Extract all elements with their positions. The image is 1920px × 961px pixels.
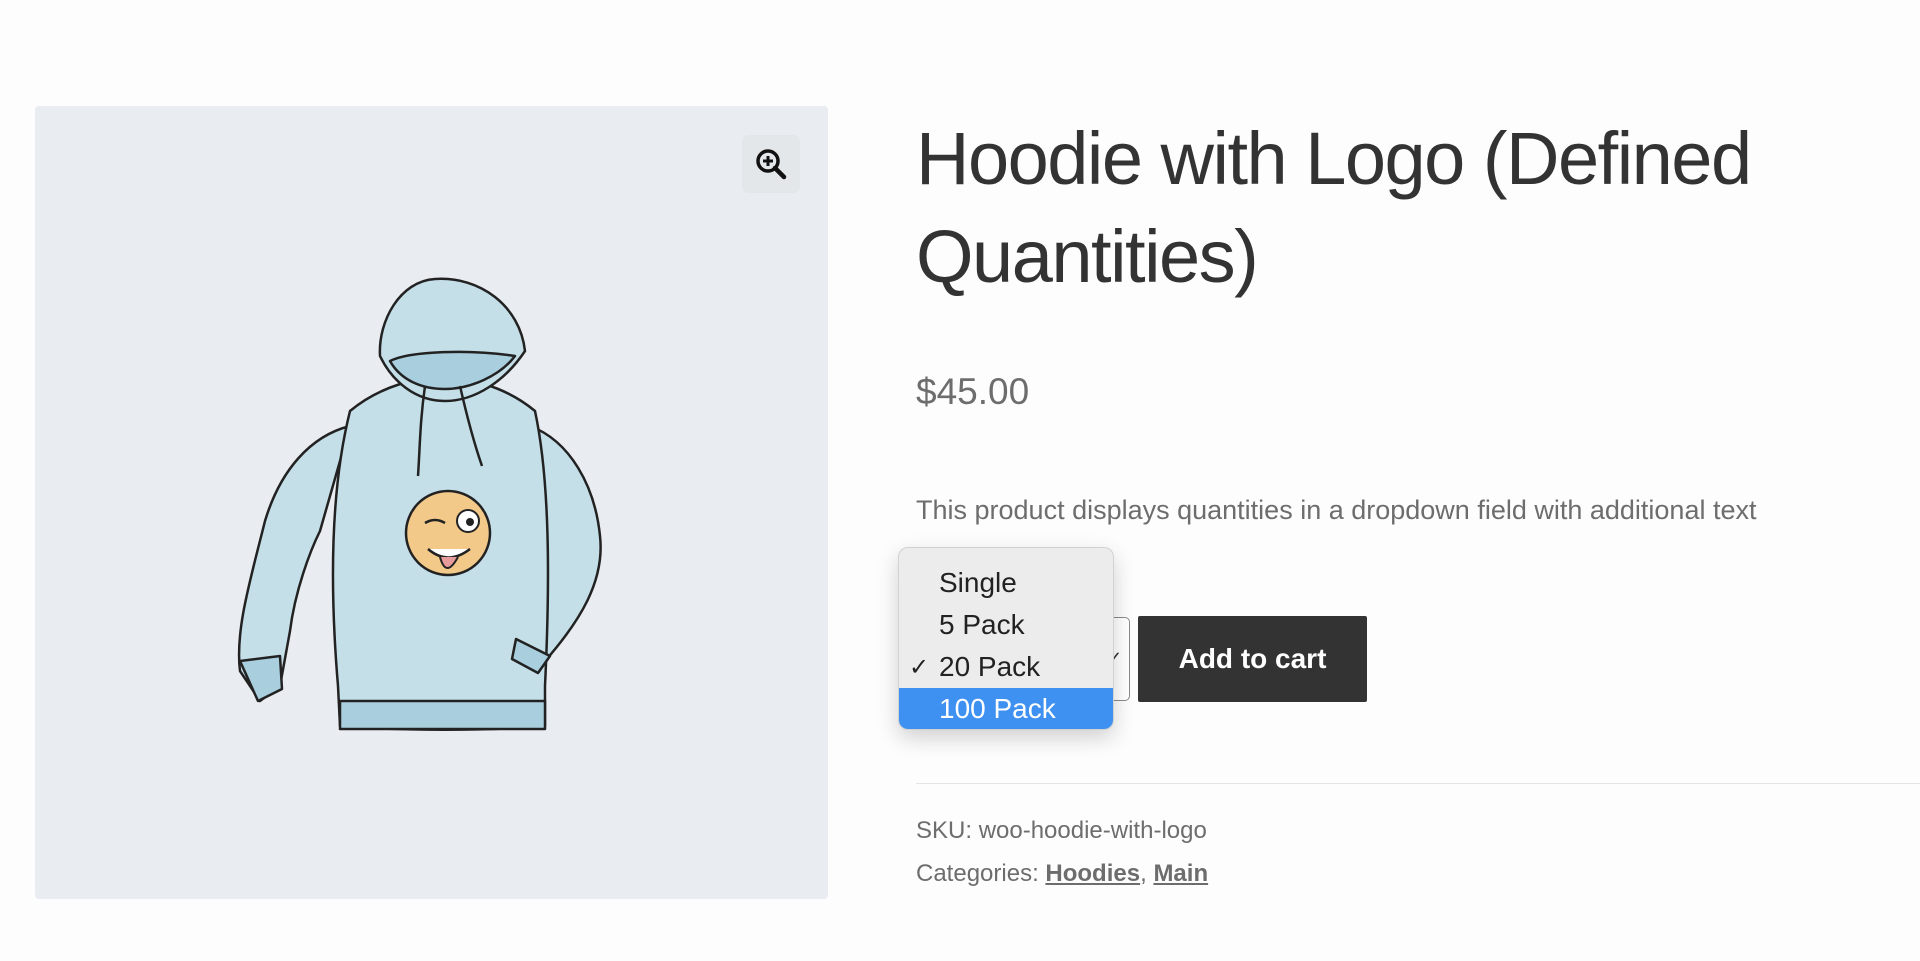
product-price: $45.00 <box>916 371 1030 412</box>
product-categories: Categories: Hoodies, Main <box>916 860 1208 888</box>
dropdown-option-100-pack[interactable]: 100 Pack <box>899 688 1113 729</box>
option-label: 5 Pack <box>939 609 1025 640</box>
dropdown-option-single[interactable]: Single <box>899 562 1113 604</box>
sku-label: SKU: <box>916 817 973 844</box>
divider <box>916 783 1920 784</box>
option-label: 100 Pack <box>939 693 1056 724</box>
option-label: 20 Pack <box>939 651 1041 682</box>
product-gallery <box>35 106 828 899</box>
zoom-button[interactable] <box>742 135 800 193</box>
sku-value: woo-hoodie-with-logo <box>978 817 1207 844</box>
dropdown-option-5-pack[interactable]: 5 Pack <box>899 604 1113 646</box>
zoom-in-icon <box>756 149 787 180</box>
dropdown-option-20-pack[interactable]: ✓ 20 Pack <box>899 646 1113 688</box>
category-link-hoodies[interactable]: Hoodies <box>1045 860 1140 887</box>
category-link-main[interactable]: Main <box>1153 860 1208 887</box>
product-description: This product displays quantities in a dr… <box>916 495 1757 525</box>
add-to-cart-button[interactable]: Add to cart <box>1138 616 1367 702</box>
product-title: Hoodie with Logo (Defined Quantities) <box>916 117 1752 298</box>
option-label: Single <box>939 567 1017 598</box>
hoodie-image[interactable] <box>220 261 660 741</box>
checkmark-icon: ✓ <box>909 654 930 681</box>
categories-label: Categories: <box>916 860 1039 887</box>
quantity-dropdown-menu: Single 5 Pack ✓ 20 Pack 100 Pack <box>898 547 1114 730</box>
product-sku: SKU: woo-hoodie-with-logo <box>916 817 1207 845</box>
category-separator: , <box>1140 860 1147 887</box>
